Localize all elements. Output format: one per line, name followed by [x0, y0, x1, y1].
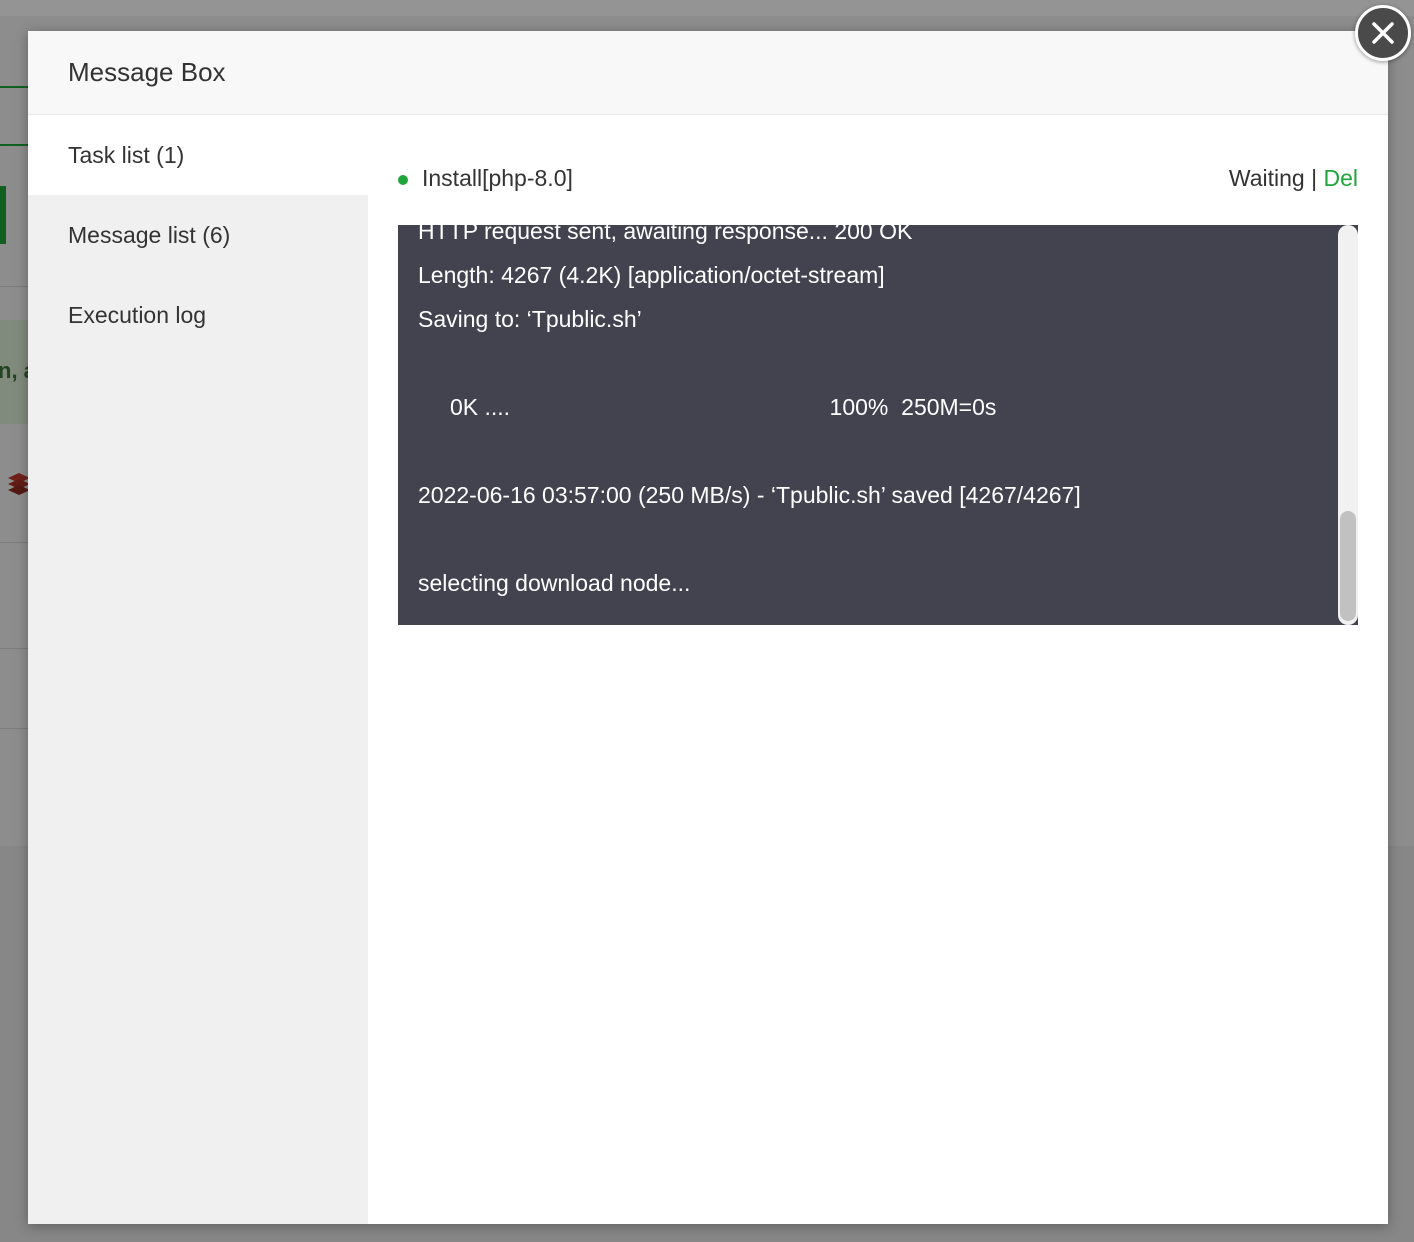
status-dot-icon: [398, 175, 408, 185]
console-line: Saving to: ‘Tpublic.sh’: [418, 306, 642, 332]
sidebar-item-execution-log[interactable]: Execution log: [28, 275, 368, 355]
sidebar-item-label: Execution log: [68, 302, 207, 328]
close-icon: [1372, 22, 1394, 44]
sidebar-item-message-list[interactable]: Message list (6): [28, 195, 368, 275]
status-separator: |: [1304, 165, 1324, 191]
console-line: selecting download node...: [418, 570, 691, 596]
task-row: Install[php-8.0] Waiting | Del: [398, 161, 1358, 195]
console-line: 0K .... 100% 250M=0s: [418, 394, 997, 420]
task-status: Waiting: [1228, 165, 1305, 191]
message-box-dialog: Message Box Task list (1) Message list (…: [28, 31, 1388, 1224]
dialog-sidebar: Task list (1) Message list (6) Execution…: [28, 115, 368, 1224]
console-line: 2022-06-16 03:57:00 (250 MB/s) - ‘Tpubli…: [418, 482, 1081, 508]
task-status-group: Waiting | Del: [1229, 161, 1358, 195]
task-name: Install[php-8.0]: [422, 165, 573, 191]
console-line: Length: 4267 (4.2K) [application/octet-s…: [418, 262, 885, 288]
console-line: HTTP request sent, awaiting response... …: [418, 225, 913, 244]
delete-task-button[interactable]: Del: [1323, 165, 1358, 191]
close-dialog-button[interactable]: [1355, 5, 1411, 61]
sidebar-item-task-list[interactable]: Task list (1): [28, 115, 368, 195]
sidebar-item-label: Task list (1): [68, 142, 185, 168]
console-scrollbar[interactable]: [1338, 225, 1358, 625]
dialog-title: Message Box: [68, 57, 226, 87]
task-console-output[interactable]: HTTP request sent, awaiting response... …: [398, 225, 1358, 625]
dialog-header: Message Box: [28, 31, 1388, 115]
scrollbar-thumb[interactable]: [1340, 511, 1356, 621]
sidebar-item-label: Message list (6): [68, 222, 231, 248]
console-lines: HTTP request sent, awaiting response... …: [418, 225, 1328, 605]
